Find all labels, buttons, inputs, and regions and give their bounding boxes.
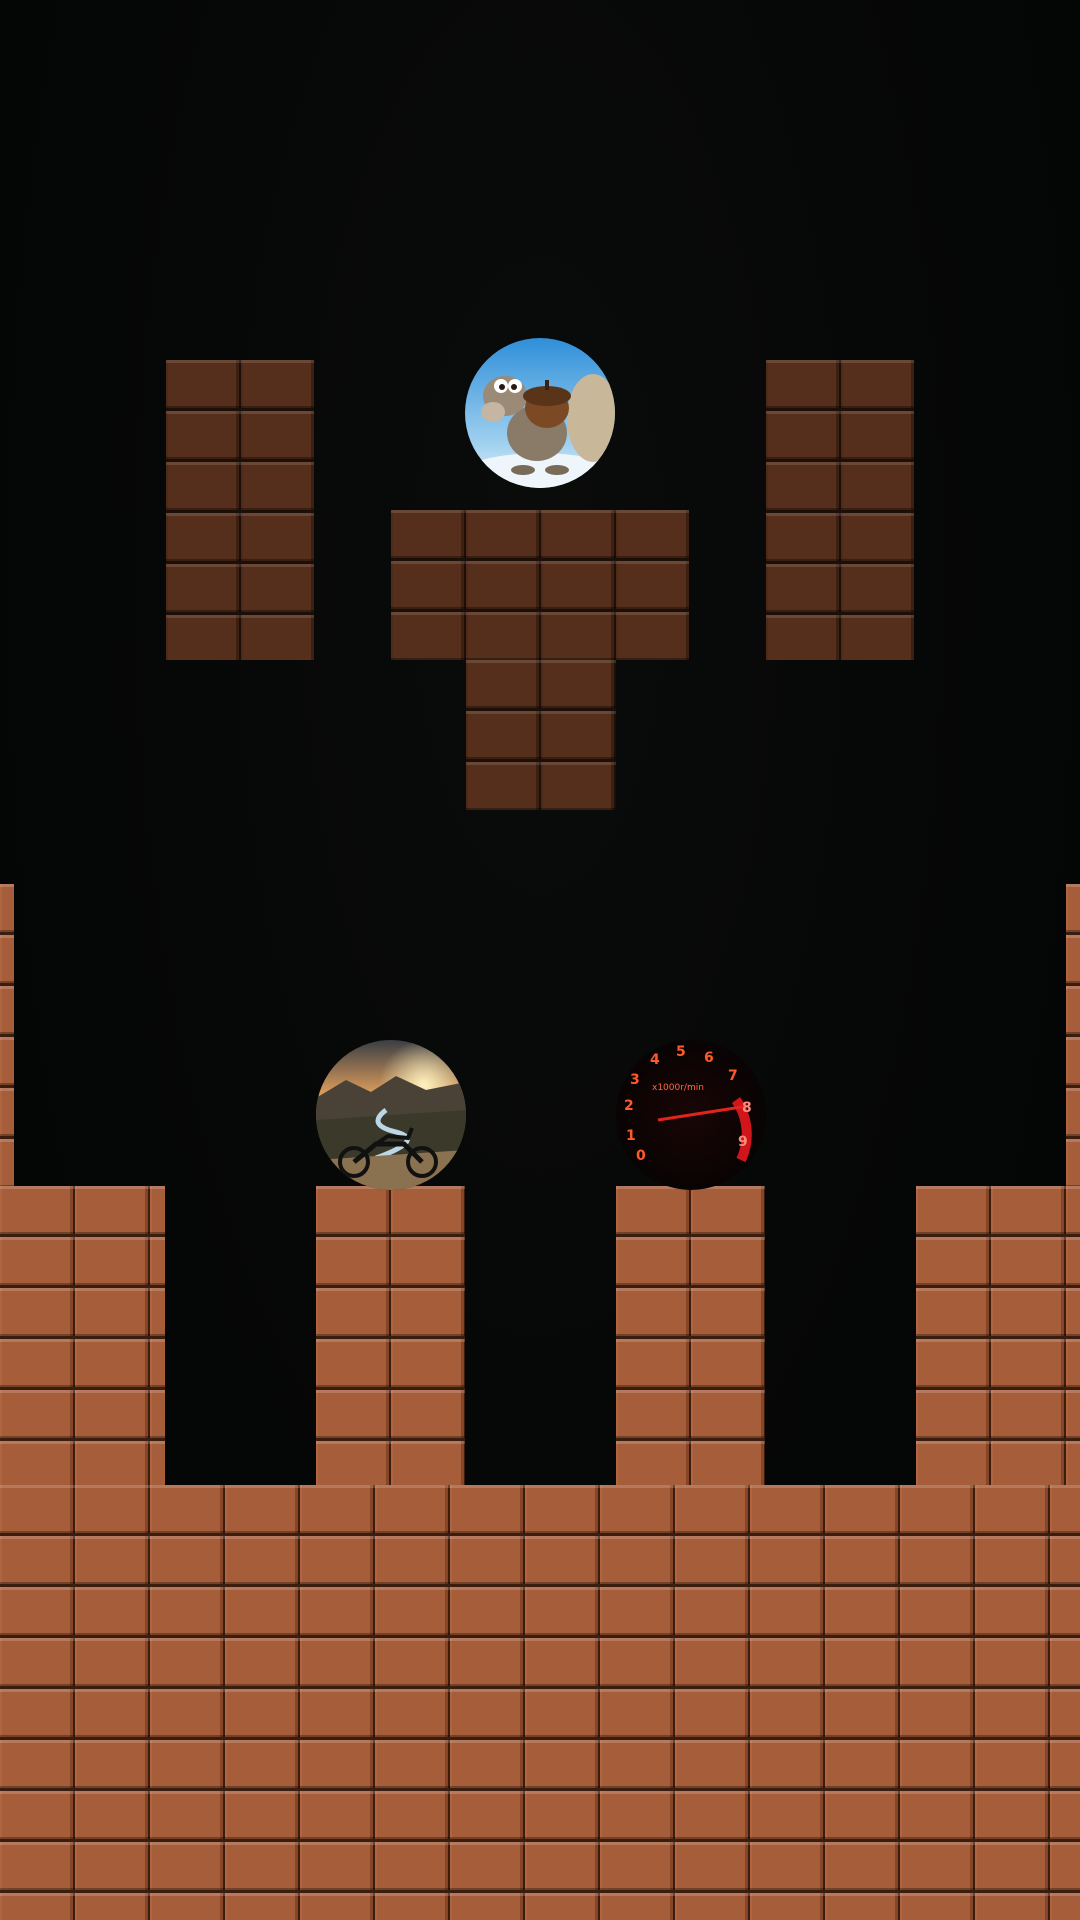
tach-number-2: 2 bbox=[624, 1098, 634, 1114]
castle-tower-left bbox=[0, 1186, 165, 1486]
tach-number-6: 6 bbox=[704, 1050, 714, 1066]
upper-right-brick-column bbox=[766, 360, 914, 660]
tach-number-9: 9 bbox=[738, 1134, 748, 1150]
right-edge-brick-strip bbox=[1066, 884, 1080, 1188]
squirrel-acorn-icon[interactable] bbox=[465, 338, 615, 488]
tach-number-1: 1 bbox=[626, 1128, 636, 1144]
upper-center-brick-block bbox=[391, 510, 689, 660]
tach-number-0: 0 bbox=[636, 1148, 646, 1164]
tach-number-5: 5 bbox=[676, 1044, 686, 1060]
castle-base-wall bbox=[0, 1485, 1080, 1920]
castle-tower-3 bbox=[616, 1186, 765, 1486]
tachometer-icon[interactable]: 0 1 2 3 4 5 6 7 8 9 x1000r/min bbox=[616, 1040, 766, 1190]
tach-number-7: 7 bbox=[728, 1068, 738, 1084]
upper-center-brick-stem bbox=[466, 660, 616, 810]
upper-left-brick-column bbox=[166, 360, 314, 660]
tach-unit-label: x1000r/min bbox=[652, 1083, 704, 1093]
motorcycle-landscape-icon[interactable] bbox=[316, 1040, 466, 1190]
left-edge-brick-strip bbox=[0, 884, 14, 1188]
tach-number-3: 3 bbox=[630, 1072, 640, 1088]
tach-number-4: 4 bbox=[650, 1052, 660, 1068]
castle-tower-2 bbox=[316, 1186, 465, 1486]
castle-tower-right bbox=[916, 1186, 1080, 1486]
tach-number-8: 8 bbox=[742, 1100, 752, 1116]
